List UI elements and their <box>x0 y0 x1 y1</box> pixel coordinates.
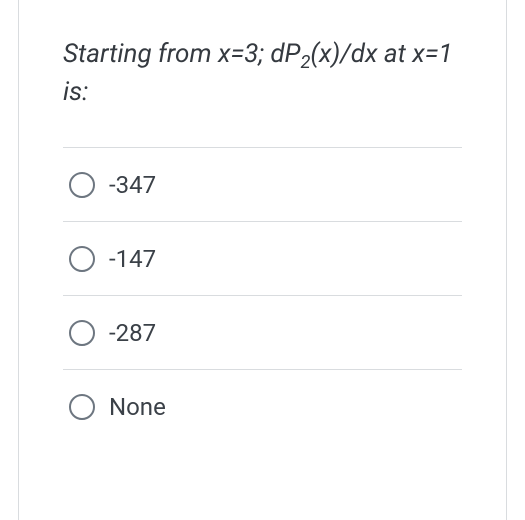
options-list: -347 -147 -287 None <box>63 147 462 443</box>
question-prefix: Starting from x=3; dP <box>63 39 300 69</box>
option-label: -147 <box>109 245 156 273</box>
radio-icon <box>69 394 95 420</box>
radio-icon <box>69 246 95 272</box>
page-container: Starting from x=3; dP2(x)/dx at x=1 is: … <box>0 0 525 520</box>
radio-icon <box>69 320 95 346</box>
option-1[interactable]: -147 <box>63 221 462 295</box>
option-0[interactable]: -347 <box>63 147 462 221</box>
question-subscript: 2 <box>300 52 310 73</box>
option-label: -287 <box>109 319 156 347</box>
option-2[interactable]: -287 <box>63 295 462 369</box>
option-3[interactable]: None <box>63 369 462 443</box>
radio-icon <box>69 172 95 198</box>
question-text: Starting from x=3; dP2(x)/dx at x=1 is: <box>63 36 462 111</box>
option-label: None <box>109 393 166 421</box>
option-label: -347 <box>109 171 156 199</box>
question-card: Starting from x=3; dP2(x)/dx at x=1 is: … <box>18 0 507 520</box>
